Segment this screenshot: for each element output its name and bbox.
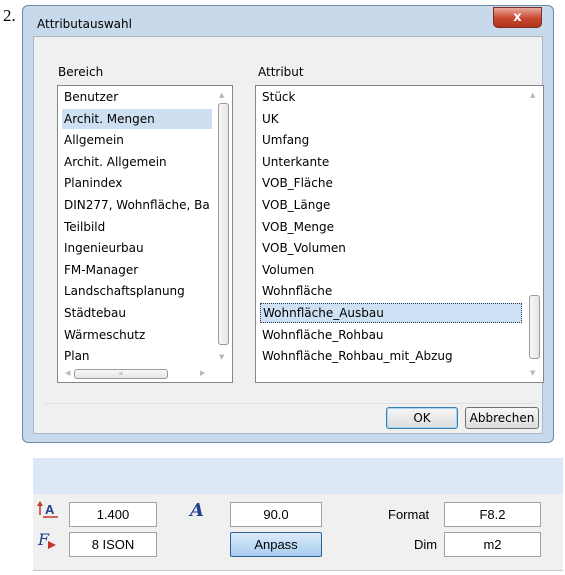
close-icon: x <box>513 10 522 25</box>
list-item[interactable]: Landschaftsplanung <box>62 281 212 301</box>
list-item[interactable]: Ingenieurbau <box>62 238 212 258</box>
dialog-body: Bereich Attribut Benutzer Archit. Mengen A… <box>33 36 544 434</box>
format-field[interactable]: F8.2 <box>444 502 541 527</box>
cancel-button[interactable]: Abbrechen <box>465 407 539 429</box>
list-item[interactable]: UK <box>260 109 522 129</box>
bereich-list[interactable]: Benutzer Archit. Mengen Allgemein Archit. A… <box>57 85 233 383</box>
list-item[interactable]: VOB_Länge <box>260 195 522 215</box>
scroll-left-arrow-icon[interactable]: ◀ <box>65 369 70 377</box>
text-height-icon[interactable]: A <box>37 501 59 522</box>
bereich-label: Bereich <box>58 65 104 79</box>
bereich-scroll-thumb[interactable] <box>218 103 229 345</box>
bereich-horizontal-scrollbar[interactable]: ◀ ≡ ▶ <box>59 366 216 381</box>
attribut-label: Attribut <box>258 65 304 79</box>
list-item[interactable]: VOB_Menge <box>260 217 522 237</box>
list-item[interactable]: Städtebau <box>62 303 212 323</box>
attribut-vertical-scrollbar[interactable]: ▲ ▼ <box>527 87 542 381</box>
list-item[interactable]: Stück <box>260 87 522 107</box>
scroll-right-arrow-icon[interactable]: ▶ <box>200 369 205 377</box>
list-item[interactable]: Benutzer <box>62 87 212 107</box>
list-item[interactable]: Wohnfläche_Ausbau <box>260 303 522 323</box>
text-parameter-toolbar: A 1.400 A 90.0 Format F8.2 F 8 ISON Anpa… <box>33 494 563 571</box>
font-field[interactable]: 8 ISON <box>69 532 157 557</box>
attribute-dialog: Attributauswahl x Bereich Attribut Benut… <box>22 5 554 443</box>
dim-label: Dim <box>414 537 438 552</box>
list-item[interactable]: Umfang <box>260 130 522 150</box>
step-number: 2. <box>3 6 16 25</box>
font-icon[interactable]: F <box>37 530 59 553</box>
list-item[interactable]: Archit. Allgemein <box>62 152 212 172</box>
list-item[interactable]: DIN277, Wohnfläche, Ba <box>62 195 212 215</box>
scroll-down-arrow-icon[interactable]: ▼ <box>219 353 224 361</box>
list-item[interactable]: Allgemein <box>62 130 212 150</box>
bereich-vertical-scrollbar[interactable]: ▲ ▼ <box>216 87 231 366</box>
list-item[interactable]: Wohnfläche <box>260 281 522 301</box>
text-height-field[interactable]: 1.400 <box>69 502 157 527</box>
list-item[interactable]: Unterkante <box>260 152 522 172</box>
button-area-divider <box>44 403 534 404</box>
attribut-list[interactable]: Stück UK Umfang Unterkante VOB_Fläche VOB_Län… <box>255 85 544 383</box>
scroll-up-arrow-icon[interactable]: ▲ <box>219 91 224 99</box>
svg-text:A: A <box>188 500 204 520</box>
list-item[interactable]: FM-Manager <box>62 260 212 280</box>
format-label: Format <box>388 507 430 522</box>
close-button[interactable]: x <box>493 7 542 28</box>
list-item[interactable]: Planindex <box>62 173 212 193</box>
list-item[interactable]: VOB_Fläche <box>260 173 522 193</box>
list-item[interactable]: Wärmeschutz <box>62 325 212 345</box>
svg-text:A: A <box>45 502 55 517</box>
scroll-up-arrow-icon[interactable]: ▲ <box>530 91 535 99</box>
dialog-title: Attributauswahl <box>37 17 132 31</box>
toolbar-header-strip <box>33 458 563 495</box>
ok-button[interactable]: OK <box>386 407 458 429</box>
list-item[interactable]: VOB_Volumen <box>260 238 522 258</box>
list-item[interactable]: Volumen <box>260 260 522 280</box>
list-item[interactable]: Plan <box>62 346 212 366</box>
bereich-hscroll-thumb[interactable]: ≡ <box>74 369 168 379</box>
anpass-button[interactable]: Anpass <box>230 532 322 557</box>
list-item[interactable]: Wohnfläche_Rohbau_mit_Abzug <box>260 346 522 366</box>
list-item[interactable]: Teilbild <box>62 217 212 237</box>
angle-field[interactable]: 90.0 <box>230 502 322 527</box>
text-angle-icon[interactable]: A <box>188 500 208 523</box>
list-item[interactable]: Archit. Mengen <box>62 108 212 129</box>
attribut-scroll-thumb[interactable] <box>529 295 540 359</box>
dim-field[interactable]: m2 <box>444 532 541 557</box>
list-item[interactable]: Wohnfläche_Rohbau <box>260 325 522 345</box>
scroll-down-arrow-icon[interactable]: ▼ <box>530 369 535 377</box>
